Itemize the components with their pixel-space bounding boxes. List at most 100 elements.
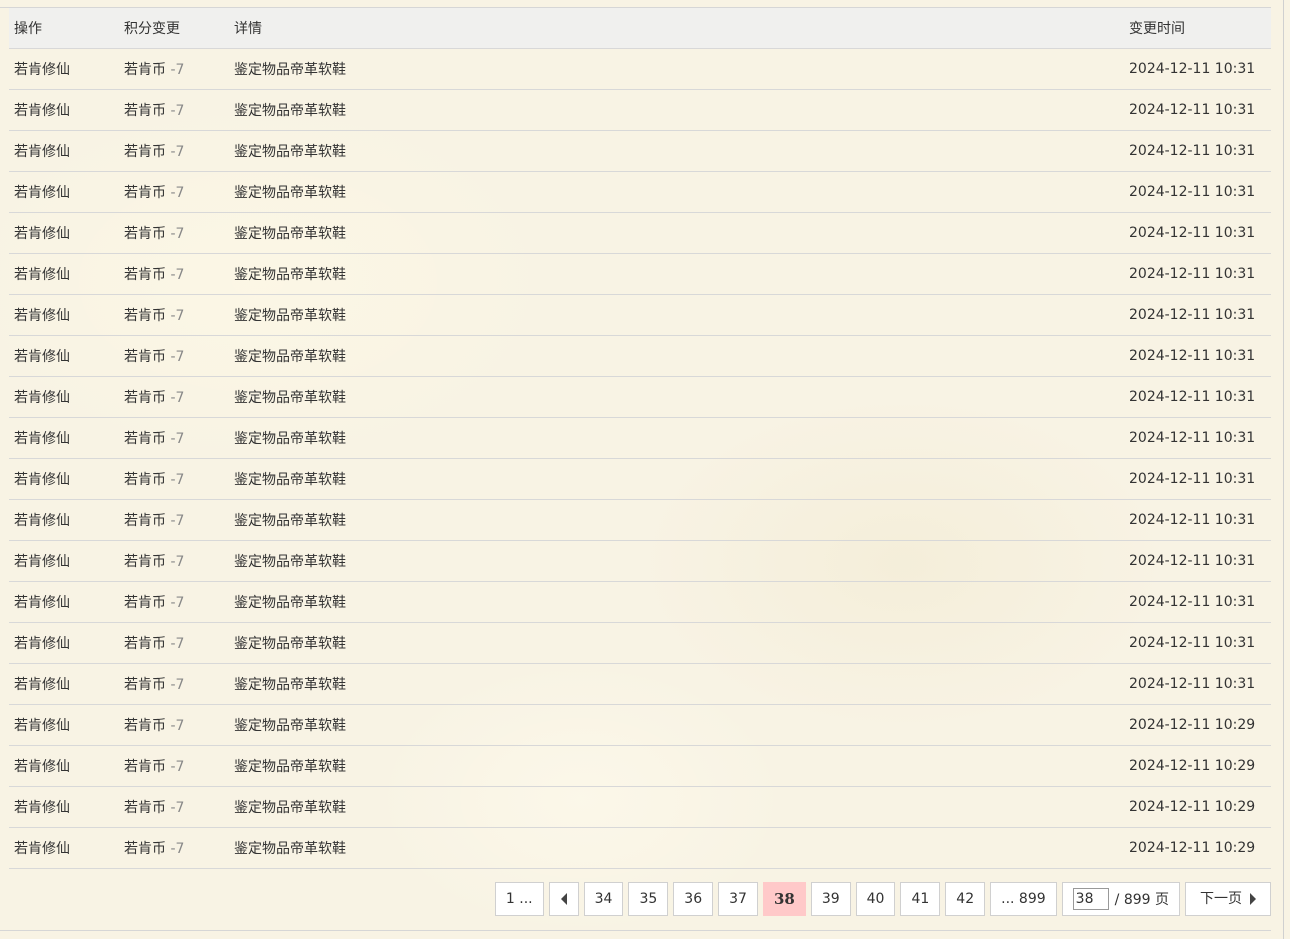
cell-time: 2024-12-11 10:31 <box>1129 512 1256 528</box>
cell-change: 若肯币 -7 <box>119 674 229 694</box>
cell-change: 若肯币 -7 <box>119 305 229 325</box>
cell-change: 若肯币 -7 <box>119 100 229 120</box>
cell-currency: 若肯币 <box>124 841 166 857</box>
cell-operation: 若肯修仙 <box>14 636 70 652</box>
page-first-link[interactable]: 1 ... <box>494 882 544 916</box>
next-page-label: 下一页 <box>1200 891 1242 907</box>
page-link[interactable]: 39 <box>810 882 851 916</box>
cell-time: 2024-12-11 10:31 <box>1129 61 1256 77</box>
header-time: 变更时间 <box>1129 21 1185 37</box>
cell-change: 若肯币 -7 <box>119 715 229 735</box>
next-page-button[interactable]: 下一页 <box>1185 882 1271 916</box>
cell-time: 2024-12-11 10:29 <box>1129 840 1256 856</box>
cell-detail: 鉴定物品帝革软鞋 <box>234 103 346 119</box>
cell-change: 若肯币 -7 <box>119 797 229 817</box>
page-link[interactable]: 36 <box>673 882 714 916</box>
cell-detail: 鉴定物品帝革软鞋 <box>234 267 346 283</box>
cell-amount: -7 <box>170 759 185 775</box>
cell-detail: 鉴定物品帝革软鞋 <box>234 431 346 447</box>
cell-operation: 若肯修仙 <box>14 349 70 365</box>
cell-amount: -7 <box>170 103 185 119</box>
cell-currency: 若肯币 <box>124 431 166 447</box>
cell-operation: 若肯修仙 <box>14 841 70 857</box>
page-link[interactable]: 35 <box>628 882 669 916</box>
cell-operation: 若肯修仙 <box>14 759 70 775</box>
table-row: 若肯修仙 若肯币 -7 鉴定物品帝革软鞋 2024-12-11 10:29 <box>9 828 1271 869</box>
cell-amount: -7 <box>170 472 185 488</box>
cell-operation: 若肯修仙 <box>14 62 70 78</box>
cell-operation: 若肯修仙 <box>14 800 70 816</box>
cell-operation: 若肯修仙 <box>14 554 70 570</box>
page-last-link[interactable]: ... 899 <box>990 882 1057 916</box>
page-number-list: 34 35 36 37 38 39 40 41 42 <box>579 882 986 916</box>
table-row: 若肯修仙 若肯币 -7 鉴定物品帝革软鞋 2024-12-11 10:31 <box>9 49 1271 90</box>
cell-currency: 若肯币 <box>124 226 166 242</box>
cell-amount: -7 <box>170 390 185 406</box>
table-row: 若肯修仙 若肯币 -7 鉴定物品帝革软鞋 2024-12-11 10:31 <box>9 459 1271 500</box>
cell-time: 2024-12-11 10:31 <box>1129 184 1256 200</box>
table-header: 操作 积分变更 详情 变更时间 <box>9 8 1271 49</box>
cell-detail: 鉴定物品帝革软鞋 <box>234 595 346 611</box>
right-divider <box>1283 0 1284 939</box>
table-row: 若肯修仙 若肯币 -7 鉴定物品帝革软鞋 2024-12-11 10:31 <box>9 131 1271 172</box>
page-link[interactable]: 37 <box>718 882 758 916</box>
page-link[interactable]: 40 <box>855 882 896 916</box>
table-row: 若肯修仙 若肯币 -7 鉴定物品帝革软鞋 2024-12-11 10:31 <box>9 623 1271 664</box>
cell-amount: -7 <box>170 267 185 283</box>
cell-detail: 鉴定物品帝革软鞋 <box>234 349 346 365</box>
cell-currency: 若肯币 <box>124 349 166 365</box>
cell-detail: 鉴定物品帝革软鞋 <box>234 185 346 201</box>
cell-amount: -7 <box>170 349 185 365</box>
cell-time: 2024-12-11 10:31 <box>1129 553 1256 569</box>
cell-time: 2024-12-11 10:31 <box>1129 635 1256 651</box>
table-row: 若肯修仙 若肯币 -7 鉴定物品帝革软鞋 2024-12-11 10:31 <box>9 172 1271 213</box>
cell-change: 若肯币 -7 <box>119 756 229 776</box>
page-link[interactable]: 42 <box>945 882 986 916</box>
cell-amount: -7 <box>170 718 185 734</box>
cell-time: 2024-12-11 10:31 <box>1129 676 1256 692</box>
cell-detail: 鉴定物品帝革软鞋 <box>234 759 346 775</box>
prev-page-button[interactable] <box>548 882 579 916</box>
cell-time: 2024-12-11 10:31 <box>1129 225 1256 241</box>
cell-amount: -7 <box>170 226 185 242</box>
table-row: 若肯修仙 若肯币 -7 鉴定物品帝革软鞋 2024-12-11 10:31 <box>9 418 1271 459</box>
page-total-label: / 899 页 <box>1114 892 1169 908</box>
cell-currency: 若肯币 <box>124 636 166 652</box>
cell-amount: -7 <box>170 595 185 611</box>
cell-operation: 若肯修仙 <box>14 431 70 447</box>
table-row: 若肯修仙 若肯币 -7 鉴定物品帝革软鞋 2024-12-11 10:31 <box>9 254 1271 295</box>
cell-change: 若肯币 -7 <box>119 510 229 530</box>
cell-change: 若肯币 -7 <box>119 182 229 202</box>
cell-operation: 若肯修仙 <box>14 390 70 406</box>
table-row: 若肯修仙 若肯币 -7 鉴定物品帝革软鞋 2024-12-11 10:29 <box>9 787 1271 828</box>
cell-change: 若肯币 -7 <box>119 428 229 448</box>
bottom-divider <box>0 930 1271 931</box>
cell-currency: 若肯币 <box>124 718 166 734</box>
table-row: 若肯修仙 若肯币 -7 鉴定物品帝革软鞋 2024-12-11 10:31 <box>9 336 1271 377</box>
cell-time: 2024-12-11 10:31 <box>1129 389 1256 405</box>
page-link[interactable]: 41 <box>900 882 941 916</box>
cell-detail: 鉴定物品帝革软鞋 <box>234 513 346 529</box>
cell-amount: -7 <box>170 144 185 160</box>
cell-change: 若肯币 -7 <box>119 592 229 612</box>
cell-currency: 若肯币 <box>124 472 166 488</box>
credit-log-table: 操作 积分变更 详情 变更时间 若肯修仙 若肯币 -7 鉴定物品帝革软鞋 2024-1… <box>9 8 1271 869</box>
table-row: 若肯修仙 若肯币 -7 鉴定物品帝革软鞋 2024-12-11 10:31 <box>9 213 1271 254</box>
cell-amount: -7 <box>170 841 185 857</box>
cell-operation: 若肯修仙 <box>14 185 70 201</box>
cell-currency: 若肯币 <box>124 677 166 693</box>
cell-amount: -7 <box>170 677 185 693</box>
cell-operation: 若肯修仙 <box>14 103 70 119</box>
page-link[interactable]: 34 <box>583 882 624 916</box>
cell-amount: -7 <box>170 800 185 816</box>
page-jump-input[interactable] <box>1072 888 1109 910</box>
cell-amount: -7 <box>170 554 185 570</box>
table-row: 若肯修仙 若肯币 -7 鉴定物品帝革软鞋 2024-12-11 10:31 <box>9 295 1271 336</box>
cell-currency: 若肯币 <box>124 144 166 160</box>
cell-time: 2024-12-11 10:31 <box>1129 471 1256 487</box>
table-row: 若肯修仙 若肯币 -7 鉴定物品帝革软鞋 2024-12-11 10:31 <box>9 90 1271 131</box>
pagination: 1 ... 343536373839404142 ... 899 / 899 页… <box>490 882 1271 916</box>
cell-change: 若肯币 -7 <box>119 346 229 366</box>
header-detail: 详情 <box>234 21 262 37</box>
cell-detail: 鉴定物品帝革软鞋 <box>234 841 346 857</box>
